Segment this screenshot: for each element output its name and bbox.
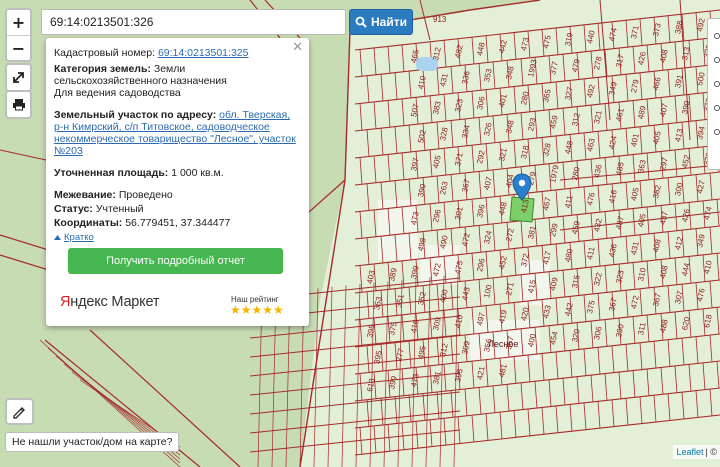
print-control xyxy=(5,90,32,119)
yandex-market-logo: Яндекс Маркет xyxy=(60,294,160,310)
status-label: Статус: xyxy=(54,203,93,215)
triangle-up-icon xyxy=(54,235,61,240)
status-value: Учтенный xyxy=(95,203,144,215)
get-report-button[interactable]: Получить подробный отчет xyxy=(68,248,283,274)
collapse-link[interactable]: Кратко xyxy=(54,232,94,244)
cadastral-link[interactable]: 69:14:0213501:325 xyxy=(158,47,249,59)
usage-value: Для ведения садоводства xyxy=(54,87,181,99)
area-row: Уточненная площадь: 1 000 кв.м. xyxy=(54,167,299,179)
expand-icon xyxy=(13,72,24,83)
layer-switcher[interactable] xyxy=(707,18,720,170)
printer-icon xyxy=(12,99,25,111)
zoom-out-button[interactable]: − xyxy=(7,35,30,60)
zoom-in-button[interactable]: + xyxy=(7,10,30,35)
close-icon[interactable]: ✕ xyxy=(292,41,303,54)
pencil-icon xyxy=(13,406,25,419)
collapse-label: Кратко xyxy=(64,231,94,243)
coords-row: Координаты: 56.779451, 37.344477 xyxy=(54,217,299,229)
not-found-button[interactable]: Не нашли участок/дом на карте? xyxy=(5,432,180,452)
place-label: Лесное xyxy=(488,339,518,349)
address-row: Земельный участок по адресу: обл. Тверск… xyxy=(54,109,299,157)
search-button[interactable]: Найти xyxy=(349,9,413,35)
search-input[interactable] xyxy=(41,9,346,35)
search-bar: Найти xyxy=(41,9,413,35)
print-button[interactable] xyxy=(7,92,30,117)
address-label: Земельный участок по адресу: xyxy=(54,109,217,121)
search-button-label: Найти xyxy=(371,15,407,29)
yandex-market-badge[interactable]: Яндекс Маркет Наш рейтинг ★★★★★ xyxy=(56,290,301,320)
rating-stars-icon: ★★★★★ xyxy=(230,303,284,317)
survey-value: Проведено xyxy=(118,189,173,201)
category-label: Категория земель: xyxy=(54,63,151,75)
cadastral-label: Кадастровый номер: xyxy=(54,47,156,59)
coords-label: Координаты: xyxy=(54,217,123,229)
coords-value: 56.779451, 37.344477 xyxy=(125,217,231,229)
search-icon xyxy=(355,16,367,28)
fullscreen-control xyxy=(5,63,32,92)
area-label: Уточненная площадь: xyxy=(54,167,169,179)
cadastral-row: Кадастровый номер: 69:14:0213501:325 xyxy=(54,47,299,59)
survey-label: Межевание: xyxy=(54,189,116,201)
fullscreen-button[interactable] xyxy=(7,65,30,90)
area-value: 1 000 кв.м. xyxy=(171,167,224,179)
zoom-control: + − xyxy=(5,8,32,62)
parcel-info-popup: ✕ Кадастровый номер: 69:14:0213501:325 К… xyxy=(46,38,309,326)
status-row: Статус: Учтенный xyxy=(54,203,299,215)
parcel-number-label: 913 xyxy=(433,15,447,24)
leaflet-link[interactable]: Leaflet xyxy=(676,447,703,457)
map-attribution: Leaflet | © xyxy=(673,445,720,459)
edit-button[interactable] xyxy=(5,398,34,425)
survey-row: Межевание: Проведено xyxy=(54,189,299,201)
attribution-rest: | © xyxy=(705,447,717,457)
category-row: Категория земель: Земли сельскохозяйстве… xyxy=(54,63,299,99)
